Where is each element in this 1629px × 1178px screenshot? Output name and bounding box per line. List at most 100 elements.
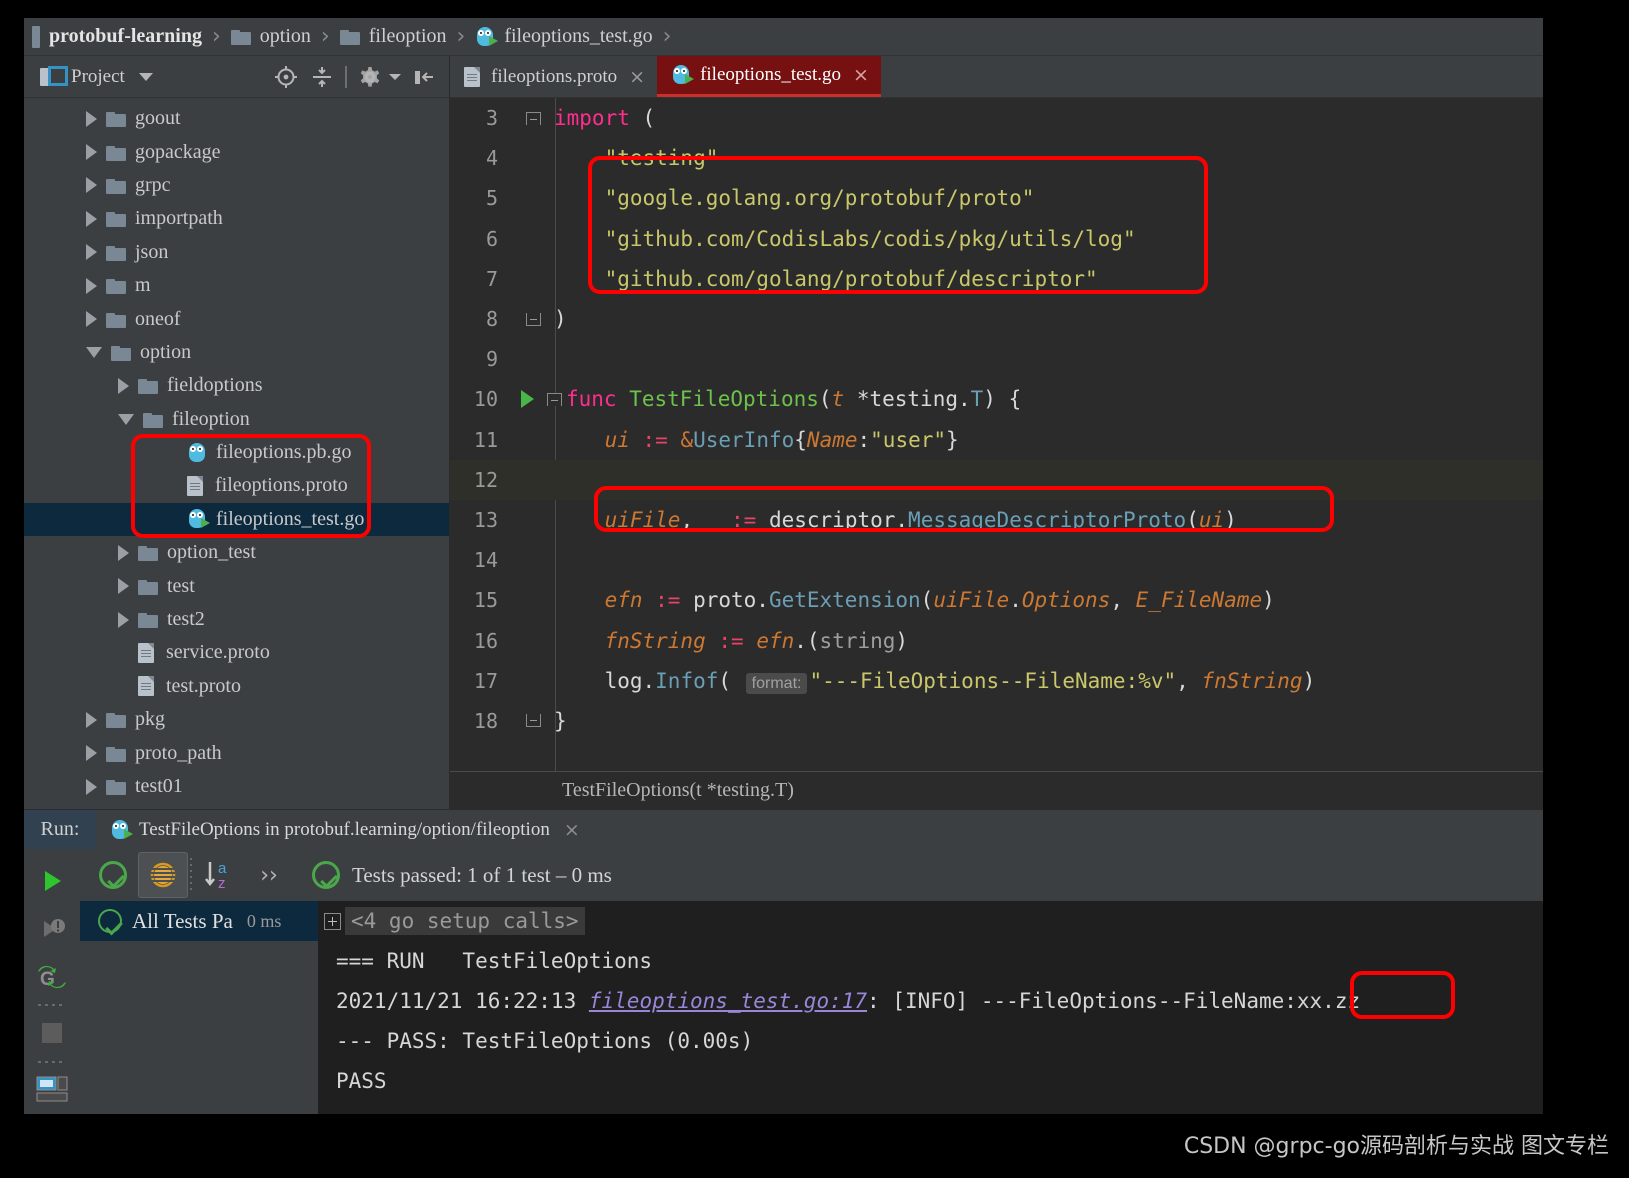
tree-item-fileoptions-pb-go[interactable]: fileoptions.pb.go [24, 436, 449, 469]
breadcrumb-item-file[interactable]: fileoptions_test.go [471, 18, 656, 56]
console-line-folded[interactable]: <4 go setup calls> [318, 901, 1543, 941]
code-line-7[interactable]: 7 "github.com/golang/protobuf/descriptor… [450, 259, 1543, 299]
breadcrumb-item-option[interactable]: option [227, 18, 315, 56]
code-line-14[interactable]: 14 [450, 540, 1543, 580]
code-line-16[interactable]: 16 fnString := efn.(string) [450, 620, 1543, 660]
tests-tree-row-all-tests[interactable]: All Tests Pa 0 ms [80, 901, 318, 941]
fold-gutter[interactable] [512, 312, 554, 326]
fold-icon[interactable] [546, 392, 562, 406]
chevron-right-icon[interactable] [118, 544, 129, 561]
tree-item-service-proto[interactable]: service.proto [24, 636, 449, 669]
code-line-3[interactable]: 3 import ( [450, 98, 1543, 138]
run-gutter[interactable] [512, 390, 542, 409]
chevron-right-icon[interactable] [86, 177, 97, 194]
tree-item-proto-path[interactable]: proto_path [24, 736, 449, 769]
fold-gutter[interactable] [542, 392, 566, 406]
chevron-right-icon[interactable] [86, 110, 97, 127]
fold-icon[interactable] [525, 111, 541, 125]
show-passed-icon[interactable] [88, 852, 138, 898]
chevron-down-icon[interactable] [86, 346, 102, 358]
tree-item-gopackage[interactable]: gopackage [24, 135, 449, 168]
tree-item-option[interactable]: option [24, 336, 449, 369]
chevron-right-icon[interactable] [86, 244, 97, 261]
run-configuration-tab[interactable]: TestFileOptions in protobuf.learning/opt… [96, 809, 592, 850]
code-line-13[interactable]: 13 uiFile, _ := descriptor.MessageDescri… [450, 500, 1543, 540]
gear-icon[interactable] [357, 64, 383, 90]
tree-item-fieldoptions[interactable]: fieldoptions [24, 369, 449, 402]
chevron-right-icon[interactable] [86, 745, 97, 762]
tree-item-option-test[interactable]: option_test [24, 536, 449, 569]
tests-tree[interactable]: All Tests Pa 0 ms [80, 901, 318, 1114]
collapse-all-icon[interactable] [309, 64, 335, 90]
stop-icon[interactable] [26, 1009, 78, 1057]
tree-item-oneof[interactable]: oneof [24, 302, 449, 335]
tree-item-test2[interactable]: test2 [24, 603, 449, 636]
line-number: 10 [473, 387, 498, 412]
breadcrumb-item-fileoption[interactable]: fileoption [336, 18, 451, 56]
chevron-right-icon[interactable] [118, 611, 129, 628]
chevron-down-icon[interactable] [138, 72, 153, 81]
tree-item-m[interactable]: m [24, 269, 449, 302]
code-line-9[interactable]: 9 [450, 339, 1543, 379]
code-line-17[interactable]: 17 log.Infof( format: "---FileOptions--Fi… [450, 661, 1543, 701]
chevron-right-icon[interactable] [86, 210, 97, 227]
layout-icon[interactable] [26, 1066, 78, 1114]
close-icon[interactable]: × [564, 819, 580, 841]
tree-item-importpath[interactable]: importpath [24, 202, 449, 235]
chevron-right-icon[interactable] [86, 277, 97, 294]
tree-item-json[interactable]: json [24, 236, 449, 269]
project-tree[interactable]: goout gopackage grpc importpath json m o… [24, 98, 449, 809]
hide-icon[interactable] [411, 64, 437, 90]
locate-icon[interactable] [273, 64, 299, 90]
tree-item-grpc[interactable]: grpc [24, 169, 449, 202]
run-test-icon[interactable] [520, 390, 534, 409]
code-area[interactable]: 3 import ( 4 "testing" 5 "google.golang.… [450, 98, 1543, 771]
tree-item-pkg[interactable]: pkg [24, 703, 449, 736]
tree-item-test-proto[interactable]: test.proto [24, 670, 449, 703]
fold-gutter[interactable] [512, 714, 554, 728]
run-console[interactable]: <4 go setup calls> === RUN TestFileOptio… [318, 901, 1543, 1114]
close-icon[interactable]: × [629, 66, 645, 88]
fold-gutter[interactable] [512, 111, 554, 125]
show-ignored-icon[interactable] [138, 852, 188, 898]
toggle-auto-test-icon[interactable]: G [26, 953, 78, 1001]
code-line-18[interactable]: 18 } [450, 701, 1543, 741]
chevron-down-icon[interactable] [389, 73, 401, 80]
chevron-right-icon[interactable] [118, 578, 129, 595]
code-line-5[interactable]: 5 "google.golang.org/protobuf/proto" [450, 178, 1543, 218]
code-line-10[interactable]: 10 func TestFileOptions(t *testing.T) { [450, 379, 1543, 419]
code-line-15[interactable]: 15 efn := proto.GetExtension(uiFile.Opti… [450, 580, 1543, 620]
rerun-icon[interactable] [26, 857, 78, 905]
chevron-right-icon[interactable] [86, 144, 97, 161]
tree-item-test01[interactable]: test01 [24, 770, 449, 803]
code-line-8[interactable]: 8 ) [450, 299, 1543, 339]
sort-alphabetically-icon[interactable]: a z [194, 852, 244, 898]
tree-item-fileoption[interactable]: fileoption [24, 403, 449, 436]
chevron-down-icon[interactable] [118, 413, 134, 425]
chevron-right-icon[interactable] [86, 711, 97, 728]
tab-fileoptions-proto[interactable]: fileoptions.proto × [450, 56, 657, 97]
breadcrumb-item-project[interactable]: protobuf-learning [28, 18, 206, 56]
tree-item-goout[interactable]: goout [24, 102, 449, 135]
expand-fold-icon[interactable] [324, 912, 341, 930]
code-line-6[interactable]: 6 "github.com/CodisLabs/codis/pkg/utils/… [450, 219, 1543, 259]
code-text: "github.com/golang/protobuf/descriptor" [604, 266, 1098, 291]
tree-item-fileoptions-proto[interactable]: fileoptions.proto [24, 469, 449, 502]
code-line-12[interactable]: 12 [450, 459, 1543, 500]
tree-item-fileoptions-test-go[interactable]: fileoptions_test.go [24, 502, 449, 537]
console-file-link[interactable]: fileoptions_test.go:17 [589, 989, 867, 1013]
line-number: 12 [473, 467, 498, 492]
expand-icon[interactable]: ›› [244, 852, 294, 898]
tree-item-label: grpc [135, 173, 171, 196]
rerun-failed-icon[interactable] [26, 905, 78, 953]
tab-fileoptions-test-go[interactable]: fileoptions_test.go × [657, 56, 881, 97]
chevron-right-icon[interactable] [86, 778, 97, 795]
fold-icon[interactable] [525, 312, 541, 326]
close-icon[interactable]: × [853, 64, 869, 86]
chevron-right-icon[interactable] [86, 311, 97, 328]
fold-icon[interactable] [525, 714, 541, 728]
chevron-right-icon[interactable] [118, 377, 129, 394]
code-line-11[interactable]: 11 ui := &UserInfo{Name:"user"} [450, 420, 1543, 460]
code-line-4[interactable]: 4 "testing" [450, 138, 1543, 178]
tree-item-test[interactable]: test [24, 569, 449, 602]
